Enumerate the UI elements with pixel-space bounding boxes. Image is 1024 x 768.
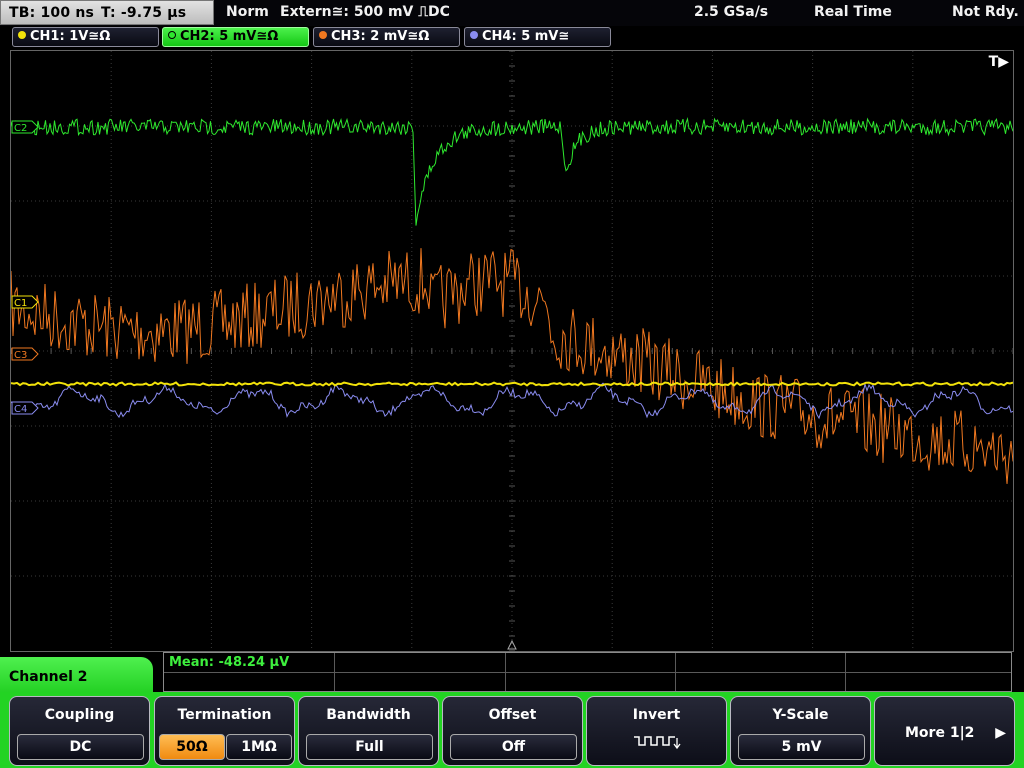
menu-title: Channel 2: [9, 669, 88, 685]
graticule-center-ticks: [11, 51, 1013, 651]
ch3-marker: C3: [11, 347, 39, 361]
timebase-readout: TB: 100 ns: [9, 5, 95, 21]
offset-label: Offset: [488, 707, 537, 723]
status-bar: TB: 100 ns T: -9.75 µs Norm Extern≅: 500…: [0, 0, 1024, 26]
measurement-divider: [164, 672, 1011, 673]
acquisition-state: Not Rdy.: [952, 4, 1019, 20]
softkey-bar: Coupling DC Termination 50Ω 1MΩ Bandwidt…: [0, 692, 1024, 768]
ch1-color-dot: [18, 31, 26, 39]
trigger-time-readout: T: -9.75 µs: [101, 5, 187, 21]
termination-1mohm-option[interactable]: 1MΩ: [226, 734, 292, 760]
tab-ch2[interactable]: CH2: 5 mV≅Ω: [162, 27, 309, 47]
invert-square-wave-icon: [634, 736, 681, 750]
ch1-trace: [11, 381, 1013, 387]
svg-text:C2: C2: [14, 123, 27, 134]
sample-rate: 2.5 GSa/s: [694, 4, 769, 20]
bandwidth-softkey[interactable]: Bandwidth Full: [298, 696, 439, 766]
svg-text:C3: C3: [14, 350, 27, 361]
measurement-panel: Mean: -48.24 µV: [163, 652, 1012, 692]
ch2-color-dot: [168, 31, 176, 39]
ch1-marker: C1: [11, 295, 39, 309]
waveform-display[interactable]: C2 C1 C3 C4 T▶: [10, 50, 1014, 652]
tab-ch4-label: CH4: 5 mV≅: [482, 29, 570, 44]
timebase-box[interactable]: TB: 100 ns T: -9.75 µs: [0, 0, 214, 25]
bandwidth-value[interactable]: Full: [306, 734, 433, 760]
svg-text:C1: C1: [14, 298, 27, 309]
tab-ch1-label: CH1: 1V≅Ω: [30, 29, 111, 44]
measurement-divider: [675, 653, 676, 691]
termination-softkey[interactable]: Termination 50Ω 1MΩ: [154, 696, 295, 766]
yscale-label: Y-Scale: [772, 707, 829, 723]
channel-bar: CH1: 1V≅Ω CH2: 5 mV≅Ω CH3: 2 mV≅Ω CH4: 5…: [0, 26, 1024, 48]
ch4-trace: [11, 382, 1013, 420]
ch2-marker: C2: [11, 120, 39, 134]
more-label: More 1|2: [905, 725, 975, 741]
measurement-mean: Mean: -48.24 µV: [169, 655, 290, 670]
svg-text:C4: C4: [14, 404, 27, 415]
invert-label: Invert: [632, 707, 681, 723]
acquisition-mode: Real Time: [814, 4, 892, 20]
termination-label: Termination: [177, 707, 272, 723]
graticule: C2 C1 C3 C4: [11, 51, 1013, 651]
offset-softkey[interactable]: Offset Off: [442, 696, 583, 766]
tab-ch4[interactable]: CH4: 5 mV≅: [464, 27, 611, 47]
arrow-right-icon: ▶: [995, 725, 1006, 741]
more-softkey[interactable]: More 1|2 ▶: [874, 696, 1015, 766]
yscale-softkey[interactable]: Y-Scale 5 mV: [730, 696, 871, 766]
ch3-color-dot: [319, 31, 327, 39]
invert-softkey[interactable]: Invert: [586, 696, 727, 766]
measurement-divider: [505, 653, 506, 691]
measurement-divider: [334, 653, 335, 691]
coupling-value[interactable]: DC: [17, 734, 144, 760]
trigger-mode[interactable]: Norm: [226, 4, 269, 20]
coupling-softkey[interactable]: Coupling DC: [9, 696, 150, 766]
ch4-marker: C4: [11, 401, 39, 415]
tab-ch3[interactable]: CH3: 2 mV≅Ω: [313, 27, 460, 47]
measurement-divider: [845, 653, 846, 691]
tab-ch1[interactable]: CH1: 1V≅Ω: [12, 27, 159, 47]
offset-value[interactable]: Off: [450, 734, 577, 760]
trigger-source[interactable]: Extern≅: 500 mV ⎍DC: [280, 4, 450, 20]
trigger-position-flag[interactable]: T▶: [989, 54, 1009, 70]
tab-ch2-label: CH2: 5 mV≅Ω: [180, 29, 279, 44]
waveform-traces: [11, 117, 1013, 484]
termination-50ohm-option[interactable]: 50Ω: [159, 734, 225, 760]
yscale-value[interactable]: 5 mV: [738, 734, 865, 760]
bandwidth-label: Bandwidth: [326, 707, 411, 723]
ch4-color-dot: [470, 31, 478, 39]
tab-ch3-label: CH3: 2 mV≅Ω: [331, 29, 430, 44]
ch2-trace: [11, 117, 1013, 226]
coupling-label: Coupling: [44, 707, 115, 723]
